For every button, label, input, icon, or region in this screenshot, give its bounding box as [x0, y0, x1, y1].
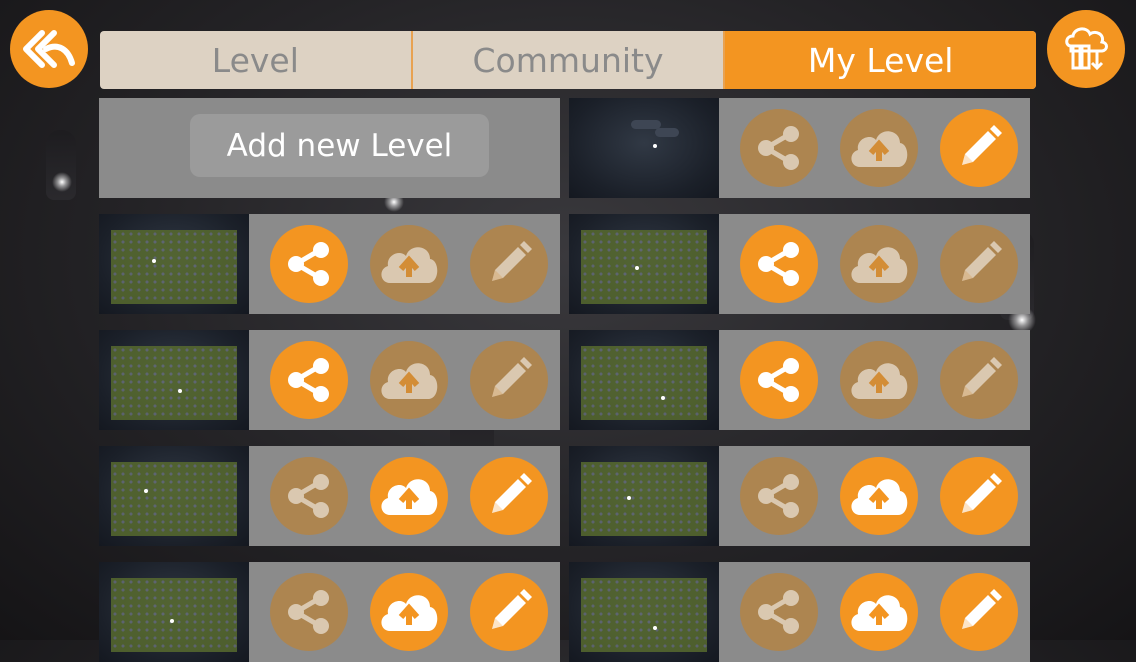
- pencil-icon: [962, 473, 1002, 513]
- share-button[interactable]: [270, 225, 348, 303]
- upload-button[interactable]: [370, 573, 448, 651]
- pencil-icon: [492, 589, 532, 629]
- upload-button[interactable]: [370, 341, 448, 419]
- level-thumbnail[interactable]: [99, 214, 249, 314]
- back-button[interactable]: [10, 10, 88, 88]
- level-thumbnail[interactable]: [569, 98, 719, 198]
- level-thumbnail[interactable]: [569, 330, 719, 430]
- library-cloud-button[interactable]: [1047, 10, 1125, 88]
- cloud-upload-icon: [851, 363, 908, 399]
- upload-button[interactable]: [840, 341, 918, 419]
- share-icon: [758, 590, 799, 634]
- pencil-icon: [962, 241, 1002, 281]
- double-chevron-back-icon: [23, 30, 75, 68]
- upload-button[interactable]: [370, 225, 448, 303]
- pencil-icon: [492, 473, 532, 513]
- share-icon: [288, 590, 329, 634]
- library-cloud-icon: [1065, 27, 1108, 71]
- edit-button[interactable]: [940, 341, 1018, 419]
- share-icon: [288, 358, 329, 402]
- tab-my-level[interactable]: My Level: [723, 31, 1036, 89]
- level-row: [569, 562, 1030, 662]
- tab-bar: Level Community My Level: [100, 31, 1036, 89]
- share-icon: [288, 474, 329, 518]
- share-icon: [758, 126, 799, 170]
- level-row: [99, 330, 560, 430]
- share-button[interactable]: [270, 457, 348, 535]
- lantern-light: [52, 172, 72, 192]
- level-thumbnail[interactable]: [99, 446, 249, 546]
- edit-button[interactable]: [940, 457, 1018, 535]
- level-row: [569, 214, 1030, 314]
- tab-community[interactable]: Community: [410, 31, 724, 89]
- pencil-icon: [492, 357, 532, 397]
- cloud-upload-icon: [381, 363, 438, 399]
- edit-button[interactable]: [940, 225, 1018, 303]
- edit-button[interactable]: [940, 573, 1018, 651]
- edit-button[interactable]: [470, 225, 548, 303]
- level-thumbnail[interactable]: [99, 330, 249, 430]
- share-button[interactable]: [270, 341, 348, 419]
- share-button[interactable]: [740, 225, 818, 303]
- level-thumbnail[interactable]: [569, 562, 719, 662]
- cloud-upload-icon: [381, 595, 438, 631]
- level-thumbnail[interactable]: [99, 562, 249, 662]
- pencil-icon: [962, 125, 1002, 165]
- share-icon: [758, 474, 799, 518]
- edit-button[interactable]: [470, 457, 548, 535]
- share-icon: [758, 242, 799, 286]
- edit-button[interactable]: [470, 573, 548, 651]
- upload-button[interactable]: [840, 573, 918, 651]
- level-thumbnail[interactable]: [569, 446, 719, 546]
- share-button[interactable]: [740, 573, 818, 651]
- level-row: [569, 330, 1030, 430]
- level-thumbnail[interactable]: [569, 214, 719, 314]
- pencil-icon: [962, 357, 1002, 397]
- cloud-upload-icon: [381, 247, 438, 283]
- level-row: [99, 214, 560, 314]
- level-row: [569, 446, 1030, 546]
- level-row: [569, 98, 1030, 198]
- edit-button[interactable]: [940, 109, 1018, 187]
- add-new-level-button[interactable]: Add new Level: [190, 114, 489, 177]
- share-icon: [758, 358, 799, 402]
- level-row: [99, 562, 560, 662]
- upload-button[interactable]: [370, 457, 448, 535]
- pencil-icon: [962, 589, 1002, 629]
- share-button[interactable]: [740, 341, 818, 419]
- share-icon: [288, 242, 329, 286]
- upload-button[interactable]: [840, 109, 918, 187]
- level-row: [99, 446, 560, 546]
- cloud-upload-icon: [851, 595, 908, 631]
- share-button[interactable]: [740, 109, 818, 187]
- pencil-icon: [492, 241, 532, 281]
- cloud-upload-icon: [381, 479, 438, 515]
- upload-button[interactable]: [840, 225, 918, 303]
- cloud-upload-icon: [851, 479, 908, 515]
- edit-button[interactable]: [470, 341, 548, 419]
- cloud-upload-icon: [851, 131, 908, 167]
- cloud-upload-icon: [851, 247, 908, 283]
- share-button[interactable]: [740, 457, 818, 535]
- share-button[interactable]: [270, 573, 348, 651]
- upload-button[interactable]: [840, 457, 918, 535]
- add-new-level-card: Add new Level: [99, 98, 560, 198]
- tab-level[interactable]: Level: [100, 31, 411, 89]
